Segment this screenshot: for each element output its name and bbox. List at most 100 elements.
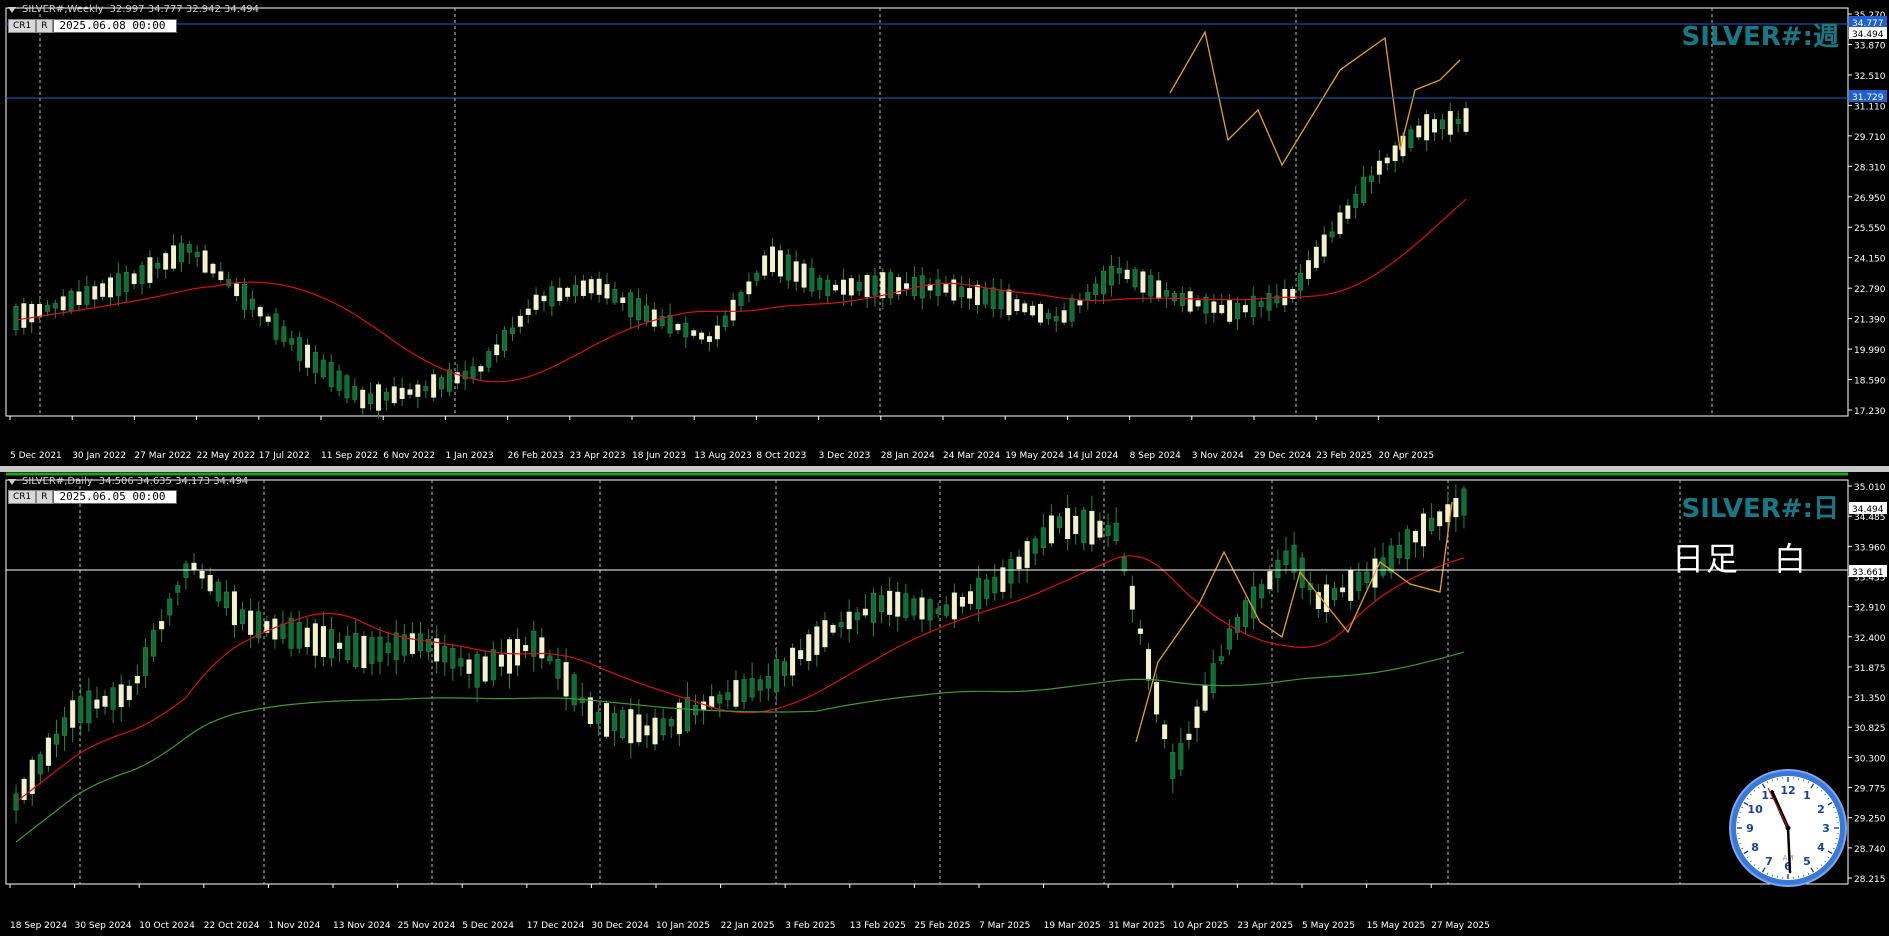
candle-body (155, 263, 161, 269)
candle-body (344, 375, 350, 399)
candle-body (1006, 289, 1012, 316)
candle-body (643, 305, 649, 322)
candle-body (517, 315, 523, 327)
moving-average-green-line (15, 651, 1465, 843)
x-tick-label: 14 Jul 2024 (1067, 451, 1118, 461)
candle-body (1356, 572, 1362, 591)
candle-body (226, 279, 232, 287)
x-tick-label: 8 Sep 2024 (1130, 451, 1182, 461)
candle-body (131, 273, 137, 285)
candle-body (84, 286, 90, 305)
daily-price-plot[interactable]: 35.01034.48533.96033.43532.91032.40031.8… (0, 472, 1889, 936)
x-tick-label: 27 May 2025 (1431, 921, 1490, 931)
candle-body (1361, 176, 1367, 203)
candle-body (37, 754, 43, 775)
daily-cr1-button[interactable]: CR1 (8, 490, 37, 504)
candle-body (699, 332, 705, 340)
clock-numeral: 8 (1751, 841, 1759, 854)
candle-body (872, 275, 878, 296)
candle-body (644, 725, 650, 736)
candle-body (959, 596, 965, 607)
candle-body (139, 265, 145, 284)
candle-body (13, 305, 19, 331)
candle-body (171, 245, 177, 269)
candle-body (555, 659, 561, 679)
daily-r-button[interactable]: R (36, 490, 53, 504)
candle-body (579, 697, 585, 703)
candle-body (446, 369, 452, 392)
candle-body (1243, 600, 1249, 628)
candle-body (1171, 293, 1177, 302)
collapse-triangle-icon[interactable] (8, 6, 16, 13)
candle-body (94, 699, 100, 709)
y-tick-label: 32.400 (1854, 634, 1886, 644)
daily-chart-pane[interactable]: 35.010 34.485 33.960 33.435 32.910 32.400 31.8… (0, 472, 1889, 936)
y-tick-label: 31.875 (1854, 664, 1886, 674)
candle-body (474, 654, 480, 688)
candle-body (1195, 300, 1201, 307)
candle-body (1048, 515, 1054, 544)
candle-body (722, 315, 728, 327)
weekly-chart-pane[interactable]: 35.27033.87032.51031.11029.71028.31026.9… (0, 0, 1889, 466)
candle-body (1030, 305, 1036, 316)
candle-body (494, 344, 500, 356)
weekly-toolbar: CR1 R 2025.06.08 00:00 (8, 19, 177, 33)
candle-body (967, 288, 973, 299)
candle-body (336, 370, 342, 391)
candle-body (86, 690, 92, 724)
candle-body (636, 714, 642, 743)
candle-body (482, 656, 488, 682)
daily-ohlc-label: 34.506 34.635 34.173 34.494 (98, 476, 249, 487)
x-tick-label: 19 Mar 2025 (1044, 921, 1101, 931)
x-tick-label: 7 Mar 2025 (979, 921, 1030, 931)
weekly-r-button[interactable]: R (36, 19, 53, 33)
collapse-triangle-icon[interactable] (8, 478, 16, 485)
candle-body (312, 623, 318, 656)
candle-body (854, 612, 860, 621)
candle-body (676, 702, 682, 735)
candle-body (943, 284, 949, 293)
daily-date-field[interactable]: 2025.06.05 00:00 (52, 490, 177, 504)
candle-body (1040, 527, 1046, 548)
weekly-date-field[interactable]: 2025.06.08 00:00 (52, 19, 177, 33)
candle-body (1258, 301, 1264, 307)
candle-body (312, 351, 318, 373)
y-tick-label: 31.350 (1854, 694, 1886, 704)
candle-body (1340, 587, 1346, 593)
candle-body (757, 679, 763, 691)
candle-body (478, 366, 484, 372)
candle-body (1332, 588, 1338, 600)
candle-body (272, 618, 278, 640)
clock-numeral: 9 (1746, 822, 1754, 835)
clock-numeral: 4 (1817, 841, 1825, 854)
weekly-cr1-button[interactable]: CR1 (8, 19, 37, 33)
candle-body (242, 284, 247, 310)
candle-body (864, 274, 870, 297)
candle-body (207, 574, 213, 592)
candle-body (1132, 269, 1138, 288)
candle-body (1124, 269, 1130, 280)
y-tick-label: 26.950 (1854, 194, 1886, 204)
candle-body (660, 718, 666, 736)
candle-body (830, 624, 836, 633)
candle-body (175, 585, 181, 593)
clock-numeral: 12 (1780, 784, 1795, 797)
candle-body (1432, 119, 1438, 133)
candle-body (717, 694, 723, 704)
candle-body (1380, 557, 1386, 576)
candle-body (1337, 212, 1343, 235)
x-tick-label: 17 Dec 2024 (527, 921, 585, 931)
candle-body (935, 608, 941, 614)
candle-body (557, 287, 563, 301)
candle-body (684, 697, 690, 732)
candle-body (1275, 559, 1281, 579)
candle-body (785, 254, 791, 281)
clock-numeral: 1 (1803, 789, 1811, 802)
candle-body (652, 717, 658, 745)
candle-body (305, 344, 311, 368)
candle-body (1105, 525, 1111, 536)
weekly-price-plot[interactable]: 35.27033.87032.51031.11029.71028.31026.9… (0, 0, 1889, 466)
candle-body (1266, 292, 1272, 311)
candle-body (541, 295, 547, 302)
candle-body (391, 386, 397, 404)
